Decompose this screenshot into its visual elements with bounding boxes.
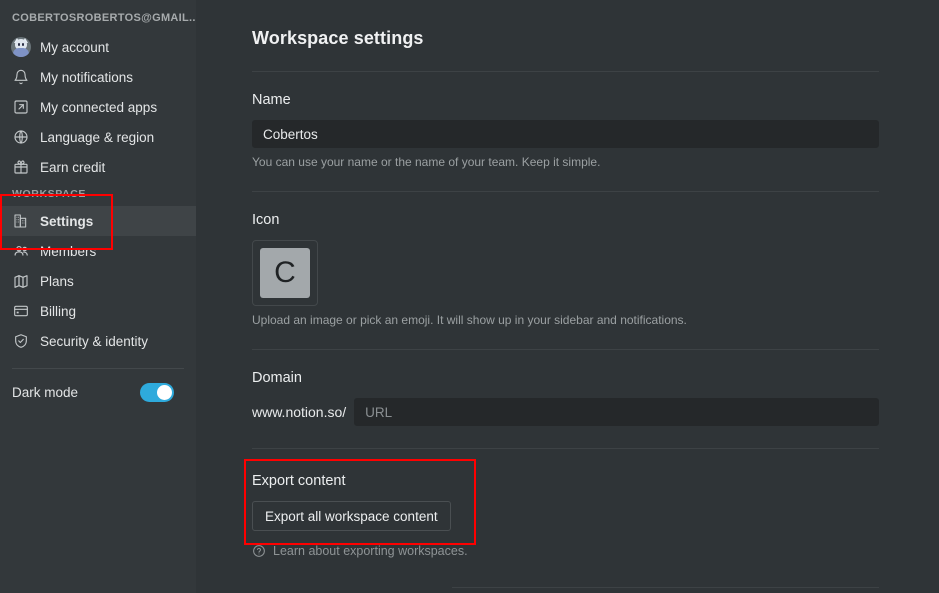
- sidebar-item-plans[interactable]: Plans: [0, 266, 196, 296]
- icon-section: Icon C Upload an image or pick an emoji.…: [252, 192, 879, 327]
- domain-section: Domain www.notion.so/: [252, 350, 879, 426]
- sidebar-item-my-connected-apps[interactable]: My connected apps: [0, 92, 196, 122]
- sidebar-item-label: My notifications: [40, 69, 134, 85]
- export-content-label: Export content: [252, 473, 346, 489]
- workspace-icon-letter: C: [260, 248, 310, 298]
- name-hint: You can use your name or the name of you…: [252, 155, 601, 169]
- domain-prefix: www.notion.so/: [252, 404, 347, 420]
- page-title: Workspace settings: [252, 28, 424, 48]
- sidebar-item-label: Language & region: [40, 129, 155, 145]
- icon-hint: Upload an image or pick an emoji. It wil…: [252, 313, 687, 327]
- sidebar-item-label: Plans: [40, 273, 74, 289]
- sidebar-item-members[interactable]: Members: [0, 236, 196, 266]
- domain-row: www.notion.so/: [252, 398, 879, 426]
- workspace-name-input[interactable]: [252, 120, 879, 148]
- people-icon: [12, 242, 30, 260]
- export-content-section: Export content Export all workspace cont…: [252, 449, 879, 558]
- name-section: Name You can use your name or the name o…: [252, 72, 879, 169]
- workspace-icon-tile[interactable]: C: [252, 240, 318, 306]
- sidebar-item-label: Earn credit: [40, 159, 106, 175]
- domain-label: Domain: [252, 370, 302, 386]
- learn-about-exporting-link[interactable]: Learn about exporting workspaces.: [252, 544, 879, 558]
- sidebar-item-billing[interactable]: Billing: [0, 296, 196, 326]
- dark-mode-label: Dark mode: [12, 384, 79, 400]
- dark-mode-row: Dark mode: [0, 377, 196, 407]
- sidebar-item-security-identity[interactable]: Security & identity: [0, 326, 196, 356]
- avatar-icon: [11, 37, 31, 57]
- building-icon: [12, 212, 30, 230]
- sidebar-item-my-notifications[interactable]: My notifications: [0, 62, 196, 92]
- sidebar-divider: [12, 368, 184, 369]
- sidebar-item-label: Billing: [40, 303, 77, 319]
- credit-card-icon: [12, 302, 30, 320]
- icon-label: Icon: [252, 212, 280, 228]
- sidebar-item-settings[interactable]: Settings: [0, 206, 196, 236]
- map-icon: [12, 272, 30, 290]
- dark-mode-toggle[interactable]: [140, 382, 174, 402]
- sidebar-item-my-account[interactable]: My account: [0, 32, 196, 62]
- section-divider-bottom: [452, 587, 879, 588]
- account-email-label: cobertosrobertos@gmail...: [12, 12, 196, 24]
- sidebar-section-workspace-label: Workspace: [12, 188, 87, 200]
- sidebar-item-label: Members: [40, 243, 97, 259]
- settings-window: cobertosrobertos@gmail... My account My …: [0, 0, 939, 593]
- domain-url-input[interactable]: [354, 398, 879, 426]
- sidebar-item-label: My connected apps: [40, 99, 158, 115]
- external-link-icon: [12, 98, 30, 116]
- sidebar-item-earn-credit[interactable]: Earn credit: [0, 152, 196, 182]
- learn-link-label: Learn about exporting workspaces.: [273, 544, 468, 558]
- sidebar-item-label: My account: [40, 39, 110, 55]
- workspace-settings-panel: Workspace settings Name You can use your…: [196, 0, 939, 593]
- shield-check-icon: [12, 332, 30, 350]
- bell-icon: [12, 68, 30, 86]
- sidebar-item-label: Security & identity: [40, 333, 149, 349]
- sidebar-item-label: Settings: [40, 213, 94, 229]
- globe-icon: [12, 128, 30, 146]
- settings-sidebar: cobertosrobertos@gmail... My account My …: [0, 0, 196, 593]
- toggle-knob: [157, 384, 172, 400]
- question-circle-icon: [252, 544, 266, 558]
- gift-icon: [12, 158, 30, 176]
- name-label: Name: [252, 92, 291, 108]
- sidebar-item-language-region[interactable]: Language & region: [0, 122, 196, 152]
- export-all-workspace-content-button[interactable]: Export all workspace content: [252, 501, 451, 531]
